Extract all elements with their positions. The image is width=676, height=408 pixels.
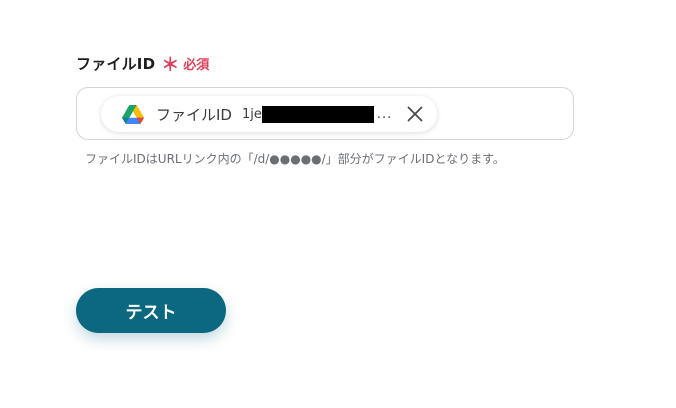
field-label: ファイルID ＊ 必須 [76,53,209,74]
file-id-input[interactable]: ファイルID 1je ... [76,87,574,140]
field-label-text: ファイルID [76,55,156,73]
google-drive-icon [122,104,144,124]
test-button[interactable]: テスト [76,288,226,333]
redacted-value [261,105,374,123]
required-asterisk: ＊ [161,54,180,76]
chip-value-prefix: 1je [241,106,262,122]
form-page: ファイルID ＊ 必須 ファイルID 1je ... ファイルIDはURLリンク… [0,0,676,408]
chip-ellipsis: ... [376,106,393,122]
file-id-chip[interactable]: ファイルID 1je ... [101,96,437,132]
helper-text: ファイルIDはURLリンク内の「/d/●●●●●/」部分がファイルIDとなります… [85,152,505,166]
close-icon[interactable] [406,105,424,123]
required-badge: 必須 [183,58,210,73]
chip-label: ファイルID [156,105,232,124]
